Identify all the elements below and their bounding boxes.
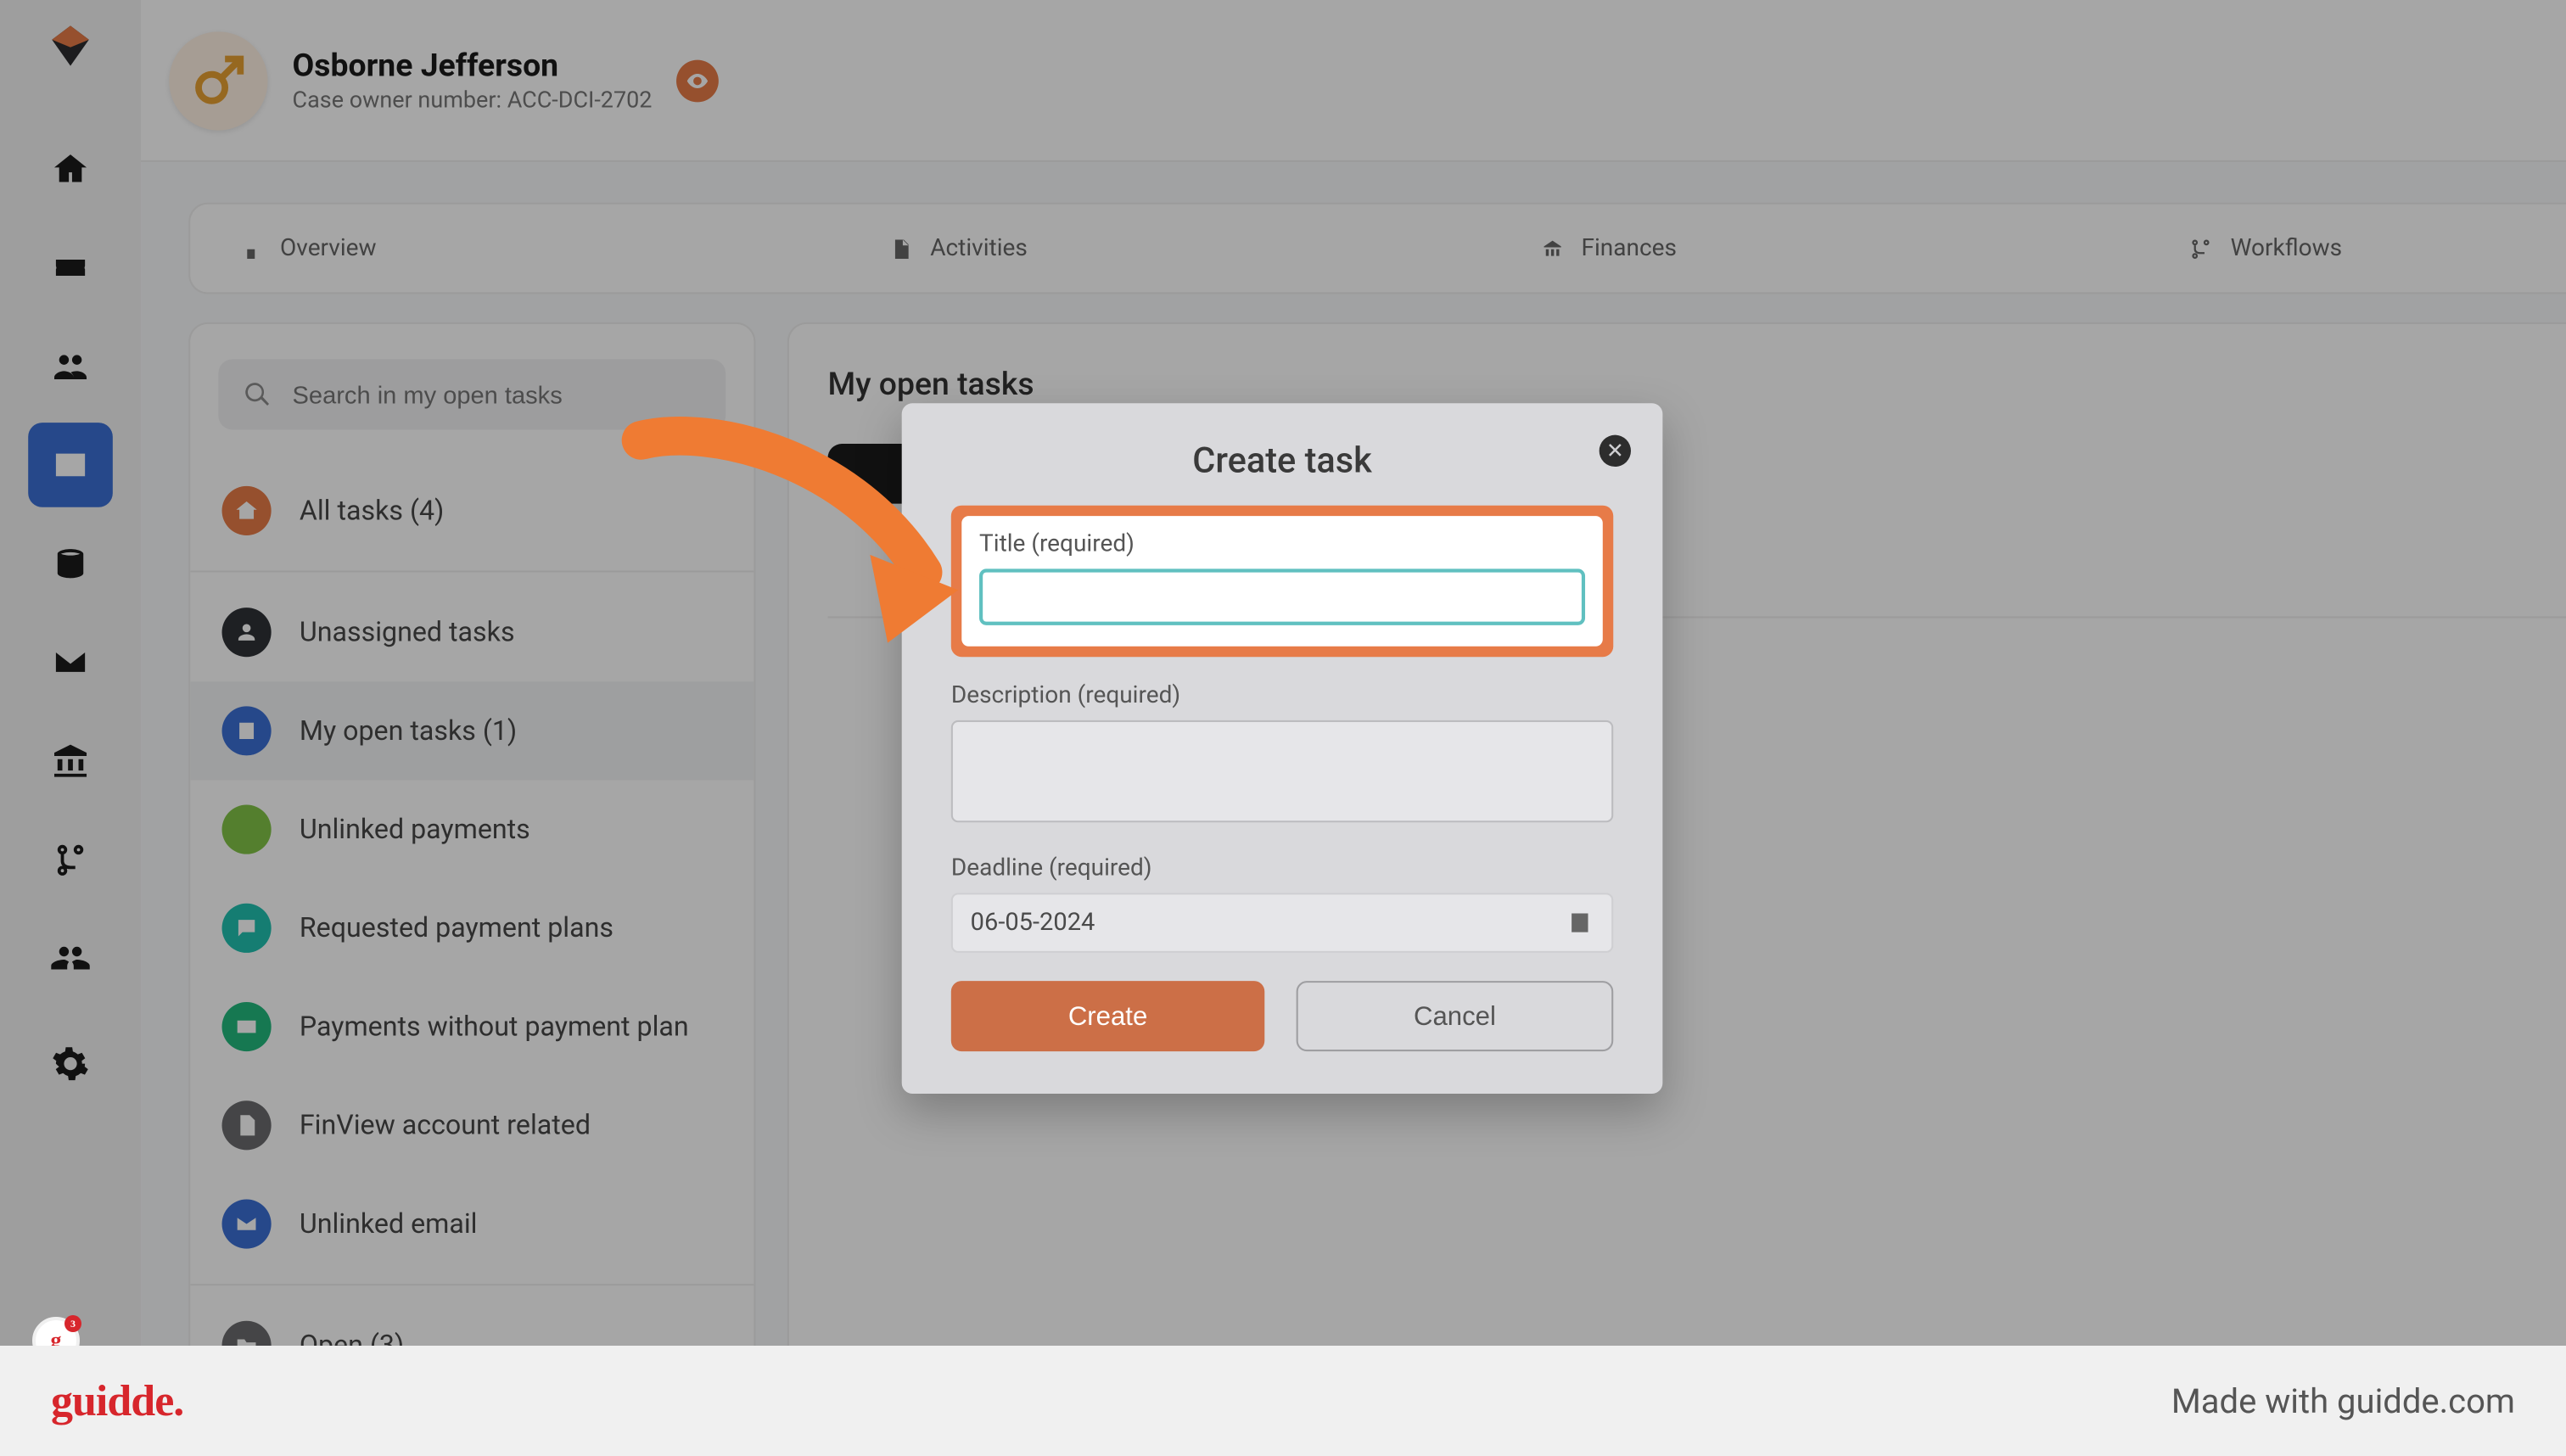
frame: Osborne Jefferson Case owner number: ACC…	[0, 0, 2566, 1456]
application: Osborne Jefferson Case owner number: ACC…	[0, 0, 2566, 1456]
description-textarea[interactable]	[951, 720, 1613, 822]
deadline-value: 06-05-2024	[971, 909, 1095, 937]
deadline-picker[interactable]: 06-05-2024	[951, 893, 1613, 953]
guidde-logo: guidde.	[51, 1376, 183, 1426]
calendar-icon	[1566, 909, 1594, 937]
title-field-highlight: Title (required)	[951, 506, 1613, 658]
guidde-made-with: Made with guidde.com	[2171, 1381, 2515, 1421]
modal-close-button[interactable]: ✕	[1600, 435, 1631, 467]
guidde-badge: 3	[64, 1315, 81, 1332]
deadline-label: Deadline (required)	[951, 854, 1613, 882]
title-input[interactable]	[979, 568, 1585, 624]
modal-cancel-button[interactable]: Cancel	[1297, 981, 1614, 1051]
modal-create-button[interactable]: Create	[951, 981, 1264, 1051]
guidde-footer: guidde. Made with guidde.com	[0, 1346, 2566, 1456]
modal-title: Create task	[951, 439, 1613, 481]
create-task-modal: ✕ Create task Title (required) Descripti…	[902, 403, 1663, 1094]
title-label: Title (required)	[979, 530, 1585, 558]
description-label: Description (required)	[951, 681, 1613, 709]
